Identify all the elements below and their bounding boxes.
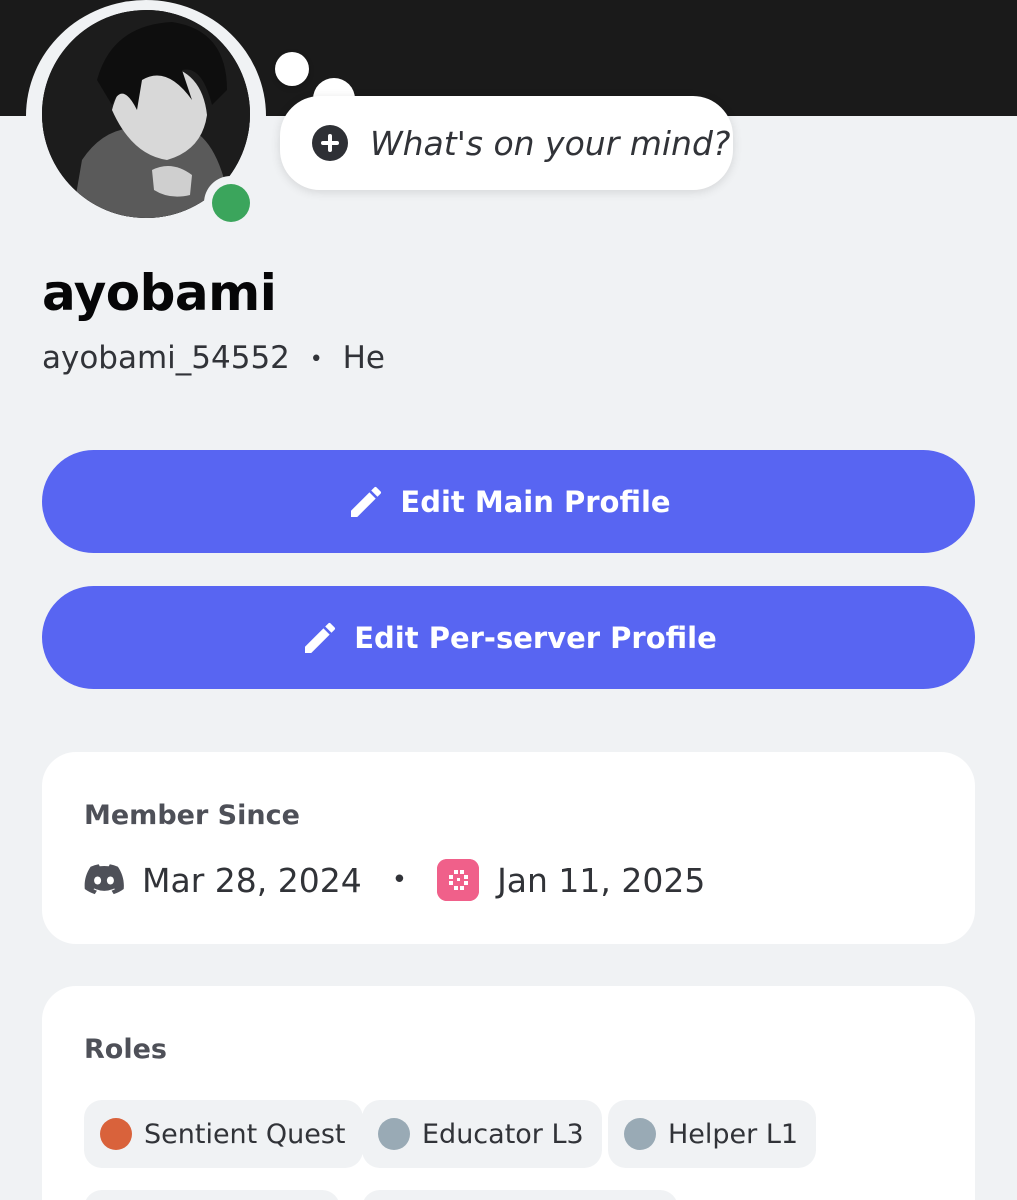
- member-since-card: Member Since Mar 28, 2024 • Jan 11, 2025: [42, 752, 975, 944]
- role-chip[interactable]: Helper L1: [608, 1100, 817, 1168]
- member-since-row: Mar 28, 2024 • Jan 11, 2025: [84, 858, 705, 902]
- role-color-dot: [378, 1118, 410, 1150]
- server-join-date: Jan 11, 2025: [497, 860, 706, 900]
- discord-join-date: Mar 28, 2024: [142, 860, 362, 900]
- roles-card: Roles Sentient Quest Educator L3 Helper …: [42, 986, 975, 1200]
- member-since-title: Member Since: [84, 800, 300, 831]
- role-label: Educator L3: [422, 1118, 584, 1150]
- custom-status-bubble[interactable]: What's on your mind?: [280, 96, 733, 190]
- role-label: Sentient Quest: [144, 1118, 346, 1150]
- status-placeholder: What's on your mind?: [370, 123, 731, 163]
- role-label: Helper L1: [668, 1118, 799, 1150]
- role-chip[interactable]: Educator L3: [362, 1100, 602, 1168]
- online-status-indicator: [204, 176, 258, 230]
- role-chip[interactable]: Sentient Quest: [84, 1100, 364, 1168]
- edit-main-profile-label: Edit Main Profile: [400, 484, 671, 519]
- separator-dot: •: [309, 347, 323, 372]
- discord-icon: [84, 864, 124, 895]
- edit-per-server-profile-button[interactable]: Edit Per-server Profile: [42, 586, 975, 689]
- pencil-icon: [351, 486, 382, 517]
- display-name: ayobami: [42, 264, 277, 322]
- username-line: ayobami_54552 • He: [42, 340, 385, 376]
- plus-circle-icon: [312, 125, 348, 161]
- server-icon: [437, 859, 480, 901]
- roles-title: Roles: [84, 1034, 167, 1065]
- role-chip-partial[interactable]: [84, 1190, 340, 1200]
- pencil-icon: [305, 622, 336, 653]
- avatar-container[interactable]: [26, 0, 266, 232]
- username: ayobami_54552: [42, 340, 290, 376]
- role-chip-partial[interactable]: [362, 1190, 678, 1200]
- edit-main-profile-button[interactable]: Edit Main Profile: [42, 450, 975, 553]
- role-color-dot: [100, 1118, 132, 1150]
- edit-per-server-profile-label: Edit Per-server Profile: [354, 620, 717, 655]
- separator-dot: •: [391, 865, 408, 895]
- pronouns: He: [342, 340, 386, 376]
- role-color-dot: [624, 1118, 656, 1150]
- thought-bubble-dot-small: [275, 52, 309, 86]
